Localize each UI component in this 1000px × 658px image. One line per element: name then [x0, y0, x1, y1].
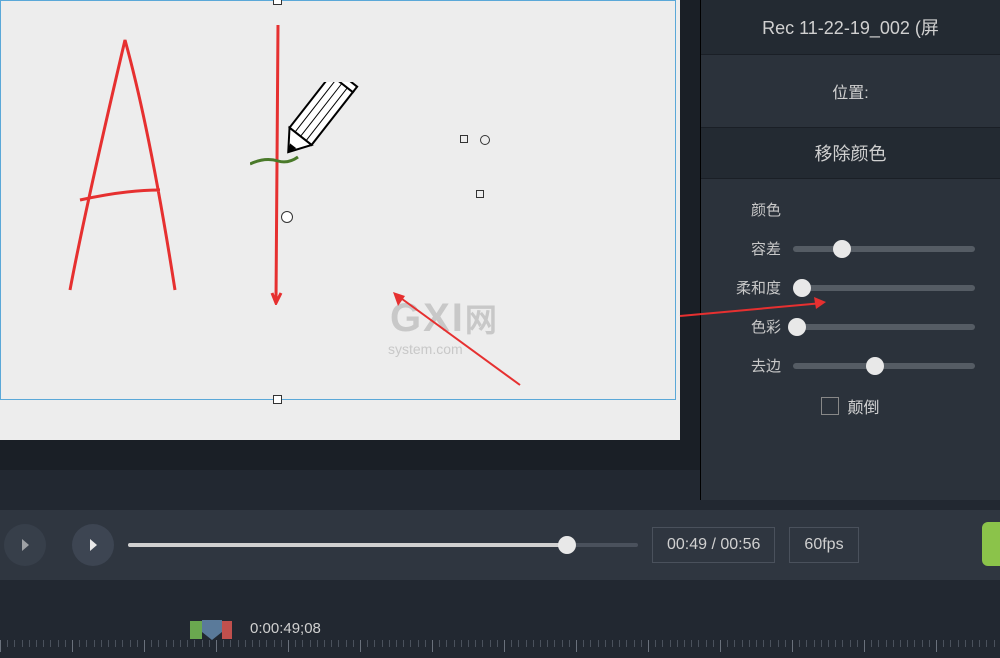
watermark-main: GXI [390, 296, 465, 340]
playback-bar: 00:49 / 00:56 60fps [0, 510, 1000, 580]
small-square-1 [460, 135, 468, 143]
next-button[interactable] [72, 524, 114, 566]
play-button[interactable] [4, 524, 46, 566]
softness-slider[interactable] [793, 285, 975, 291]
remove-color-title: 移除颜色 [701, 128, 1000, 179]
drawn-green-stroke [250, 155, 300, 167]
tolerance-thumb[interactable] [833, 240, 851, 258]
selection-box [0, 0, 676, 400]
hue-slider[interactable] [793, 324, 975, 330]
watermark-sub: system.com [388, 341, 499, 357]
progress-thumb[interactable] [558, 536, 576, 554]
hue-label: 色彩 [726, 316, 781, 337]
fps-selector[interactable]: 60fps [789, 527, 858, 563]
tolerance-slider[interactable] [793, 246, 975, 252]
invert-label: 颠倒 [847, 394, 879, 418]
chevron-right-icon [17, 537, 33, 553]
softness-thumb[interactable] [793, 279, 811, 297]
watermark-net: 网 [465, 302, 499, 338]
marker-out[interactable] [222, 621, 232, 639]
small-circle-1 [480, 135, 490, 145]
softness-row: 柔和度 [726, 277, 975, 298]
chevron-right-icon [85, 537, 101, 553]
timeline-ruler[interactable] [0, 640, 1000, 658]
playback-progress[interactable] [128, 543, 638, 547]
clip-title: Rec 11-22-19_002 (屏 [701, 0, 1000, 55]
position-label: 位置: [832, 85, 868, 102]
timeline-timecode: 0:00:49;08 [250, 620, 321, 637]
color-row: 颜色 [726, 199, 975, 220]
timeline-playhead-markers[interactable] [190, 620, 232, 640]
side-action-button[interactable] [982, 522, 1000, 566]
timeline[interactable]: 0:00:49;08 [0, 600, 1000, 658]
defringe-row: 去边 [726, 355, 975, 376]
video-canvas[interactable]: GXI网 system.com [0, 0, 680, 440]
hue-row: 色彩 [726, 316, 975, 337]
remove-color-controls: 颜色 容差 柔和度 色彩 去边 [701, 179, 1000, 428]
time-display: 00:49 / 00:56 [652, 527, 775, 563]
small-square-2 [476, 190, 484, 198]
rotation-handle[interactable] [281, 211, 293, 223]
defringe-slider[interactable] [793, 363, 975, 369]
position-row: 位置: [701, 55, 1000, 128]
drawn-letter-a [55, 30, 195, 300]
annotation-arrow-1 [390, 290, 530, 390]
defringe-label: 去边 [726, 355, 781, 376]
progress-fill [128, 543, 567, 547]
defringe-thumb[interactable] [866, 357, 884, 375]
invert-row: 颠倒 [726, 394, 975, 418]
color-label: 颜色 [726, 199, 781, 220]
selection-handle-bottom[interactable] [273, 395, 282, 404]
canvas-preview[interactable]: GXI网 system.com [0, 0, 700, 470]
invert-checkbox[interactable] [821, 397, 839, 415]
selection-handle-top[interactable] [273, 0, 282, 5]
marker-playhead[interactable] [202, 620, 222, 640]
hue-thumb[interactable] [788, 318, 806, 336]
properties-panel: Rec 11-22-19_002 (屏 位置: 移除颜色 颜色 容差 柔和度 [700, 0, 1000, 500]
softness-label: 柔和度 [726, 277, 781, 298]
watermark: GXI网 system.com [390, 295, 499, 357]
marker-in[interactable] [190, 621, 202, 639]
tolerance-label: 容差 [726, 238, 781, 259]
tolerance-row: 容差 [726, 238, 975, 259]
